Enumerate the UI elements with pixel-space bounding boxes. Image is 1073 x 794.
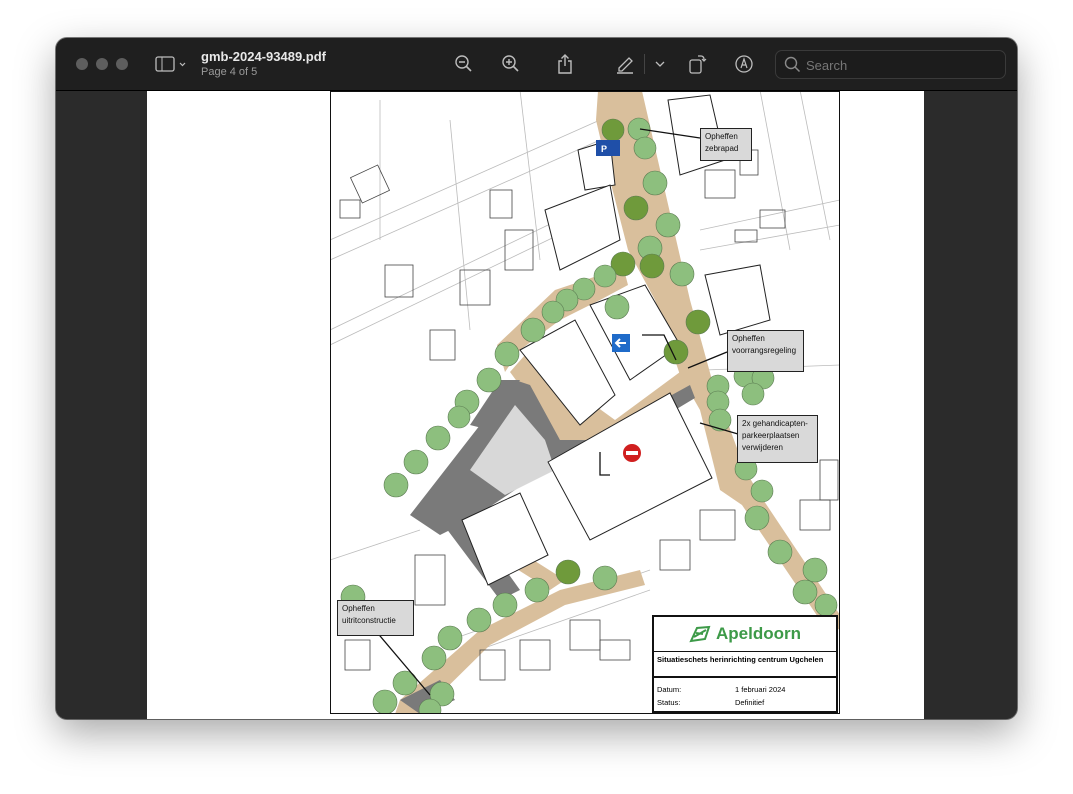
- date-row: Datum: 1 februari 2024: [654, 683, 836, 696]
- callout-opheffen-uitritconstructie: Opheffen uitritconstructie: [337, 600, 414, 636]
- drawing-title: Situatieschets herinrichting centrum Ugc…: [654, 652, 836, 678]
- leaf-logo-icon: [689, 625, 711, 643]
- callout-text: verwijderen: [742, 443, 783, 452]
- logo-text: Apeldoorn: [716, 624, 801, 643]
- date-value: 1 februari 2024: [735, 685, 786, 694]
- status-label: Status:: [657, 698, 681, 707]
- status-value: Definitief: [735, 698, 765, 707]
- apeldoorn-logo: Apeldoorn: [654, 617, 836, 652]
- callout-text: zebrapad: [705, 144, 739, 153]
- callout-text: Opheffen: [342, 604, 375, 613]
- callout-text: uitritconstructie: [342, 616, 396, 625]
- date-label: Datum:: [657, 685, 682, 694]
- parking-sign-icon: [596, 140, 620, 156]
- callout-text: Opheffen: [705, 132, 738, 141]
- callout-opheffen-zebrapad: Opheffen zebrapad: [700, 128, 752, 161]
- callout-text: parkeerplaatsen: [742, 431, 800, 440]
- parking-sign-glyph: P: [601, 144, 607, 154]
- site-plan-map: P: [330, 91, 840, 714]
- status-row: Status: Definitief: [654, 696, 836, 709]
- callout-text: 2x gehandicapten-: [742, 419, 808, 428]
- title-block: Apeldoorn Situatieschets herinrichting c…: [652, 615, 838, 713]
- callout-text: Opheffen: [732, 334, 765, 343]
- callout-text: voorrangsregeling: [732, 346, 797, 355]
- callout-opheffen-voorrangsregeling: Opheffen voorrangsregeling: [727, 330, 804, 372]
- callout-gehandicaptenparkeerplaatsen: 2x gehandicapten- parkeerplaatsen verwij…: [737, 415, 818, 463]
